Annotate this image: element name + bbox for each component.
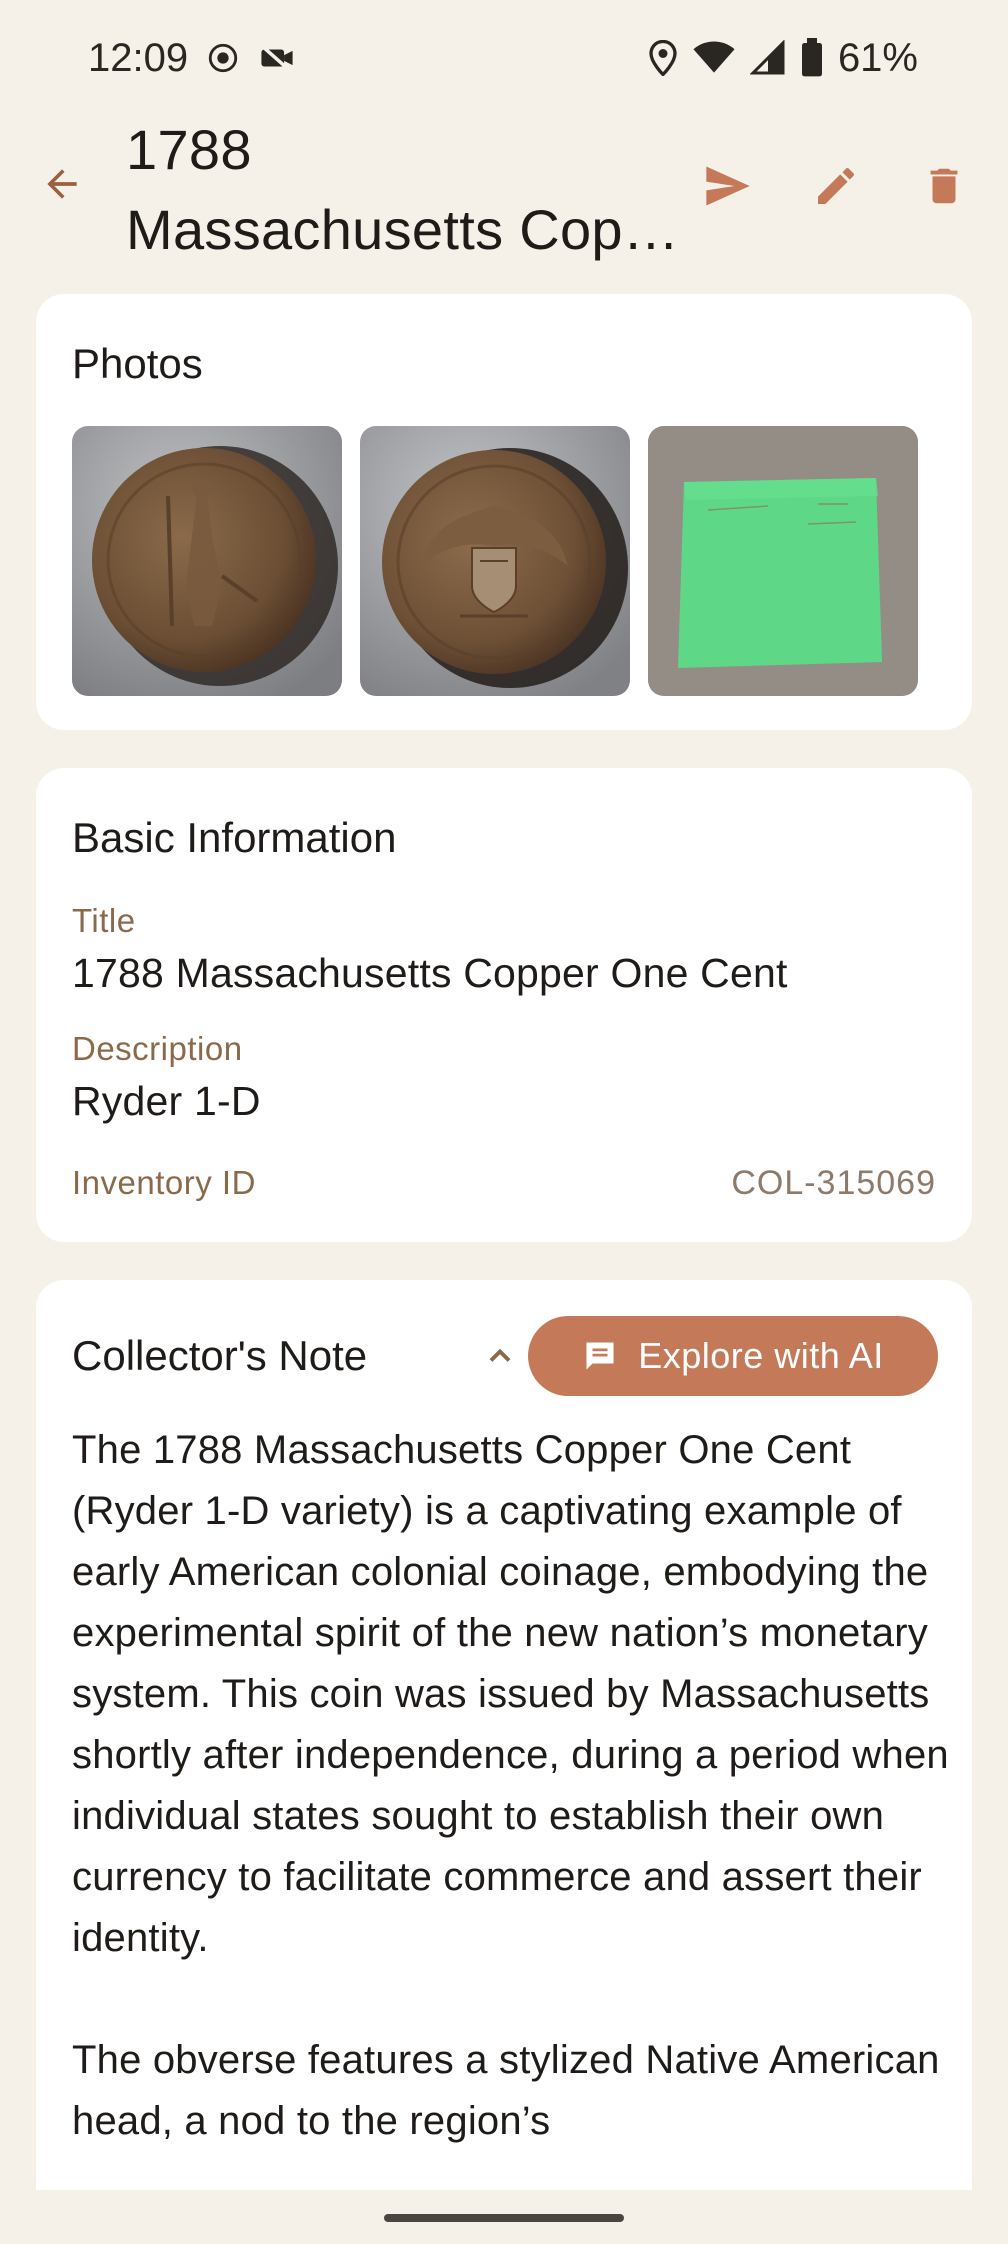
share-button[interactable] bbox=[698, 156, 758, 216]
chevron-up-icon bbox=[489, 1348, 511, 1362]
send-icon bbox=[706, 166, 750, 206]
note-paragraph-1: The 1788 Massachusetts Copper One Cent (… bbox=[72, 1428, 949, 1960]
description-value: Ryder 1-D bbox=[72, 1078, 261, 1124]
collectors-note-body: The 1788 Massachusetts Copper One Cent (… bbox=[72, 1420, 952, 2213]
app-bar: 1788 Massachusetts Copper One Cent bbox=[0, 110, 1008, 270]
edit-icon bbox=[818, 168, 854, 204]
inventory-id-value: COL-315069 bbox=[731, 1164, 936, 1202]
camera-off-icon bbox=[258, 41, 296, 75]
photo-obverse[interactable] bbox=[72, 426, 342, 696]
note-paragraph-2: The obverse features a stylized Native A… bbox=[72, 2038, 940, 2143]
basic-info-card: Basic Information Title 1788 Massachuset… bbox=[36, 768, 972, 1242]
page-title: 1788 Massachusetts Copper One Cent bbox=[126, 110, 686, 270]
photos-row bbox=[72, 426, 918, 696]
title-value: 1788 Massachusetts Copper One Cent bbox=[72, 950, 788, 996]
screen: 12:09 61% 1788 Massachusetts Coppe Photo… bbox=[0, 0, 1008, 2244]
collectors-note-card: Collector's Note Explore with AI The 178… bbox=[36, 1280, 972, 2244]
signal-icon bbox=[749, 40, 786, 76]
wifi-icon bbox=[692, 40, 736, 76]
page-title-line1: 1788 bbox=[126, 118, 252, 181]
photo-envelope[interactable] bbox=[648, 426, 918, 696]
battery-icon bbox=[800, 38, 824, 78]
delete-icon bbox=[930, 168, 958, 204]
status-time: 12:09 bbox=[88, 35, 189, 80]
collectors-note-heading: Collector's Note bbox=[72, 1332, 368, 1379]
basic-info-heading: Basic Information bbox=[72, 814, 397, 861]
photo-reverse[interactable] bbox=[360, 426, 630, 696]
screen-record-icon bbox=[206, 41, 240, 75]
arrow-back-icon bbox=[47, 169, 77, 199]
status-bar: 12:09 61% bbox=[0, 0, 1008, 116]
inventory-id-label: Inventory ID bbox=[72, 1164, 256, 1201]
location-icon bbox=[648, 40, 678, 76]
photos-heading: Photos bbox=[72, 340, 203, 387]
collapse-toggle[interactable] bbox=[470, 1326, 530, 1386]
explore-with-ai-button[interactable]: Explore with AI bbox=[528, 1316, 938, 1396]
chat-icon bbox=[586, 1342, 614, 1370]
explore-with-ai-label: Explore with AI bbox=[638, 1335, 884, 1376]
page-title-line2: Massachusetts Copper One Cent bbox=[126, 198, 686, 261]
status-right: 61% bbox=[648, 36, 918, 81]
status-left: 12:09 bbox=[88, 36, 296, 81]
photos-card: Photos bbox=[36, 294, 972, 730]
delete-button[interactable] bbox=[914, 156, 974, 216]
gesture-handle[interactable] bbox=[384, 2214, 624, 2222]
description-label: Description bbox=[72, 1030, 243, 1067]
edit-button[interactable] bbox=[806, 156, 866, 216]
title-label: Title bbox=[72, 902, 136, 939]
battery-percent: 61% bbox=[837, 35, 918, 80]
back-button[interactable] bbox=[34, 156, 90, 212]
